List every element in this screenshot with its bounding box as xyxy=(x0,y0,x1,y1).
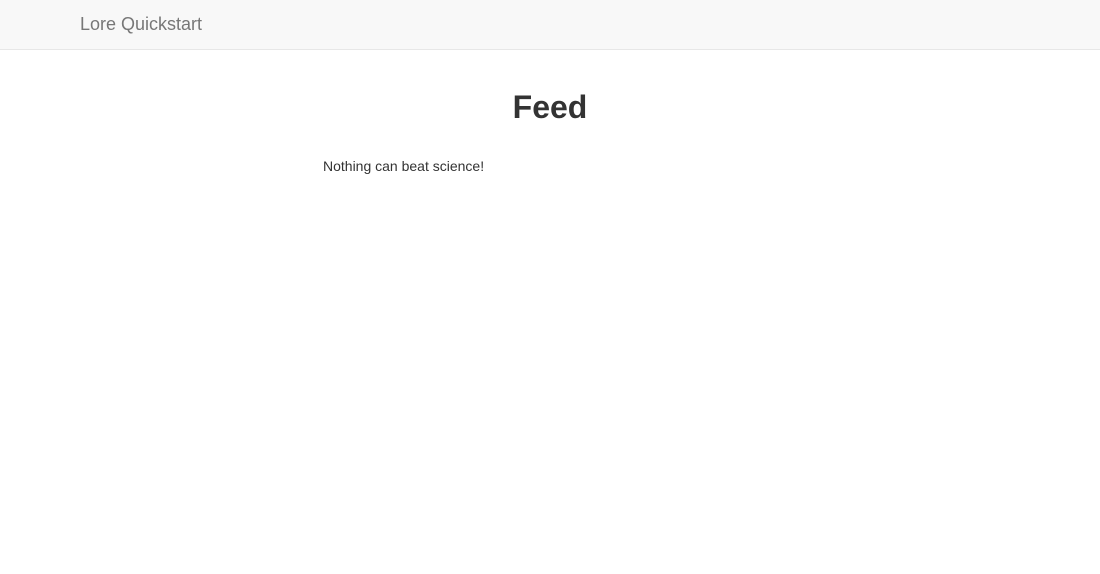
feed-list: Nothing can beat science! xyxy=(323,156,777,176)
navbar-brand-link[interactable]: Lore Quickstart xyxy=(80,14,202,34)
main-content: Feed Nothing can beat science! xyxy=(0,51,1100,574)
tweet-item: Nothing can beat science! xyxy=(323,156,777,176)
top-navbar: Lore Quickstart xyxy=(0,0,1100,50)
page-title: Feed xyxy=(512,89,588,125)
tweet-text: Nothing can beat science! xyxy=(323,158,485,174)
